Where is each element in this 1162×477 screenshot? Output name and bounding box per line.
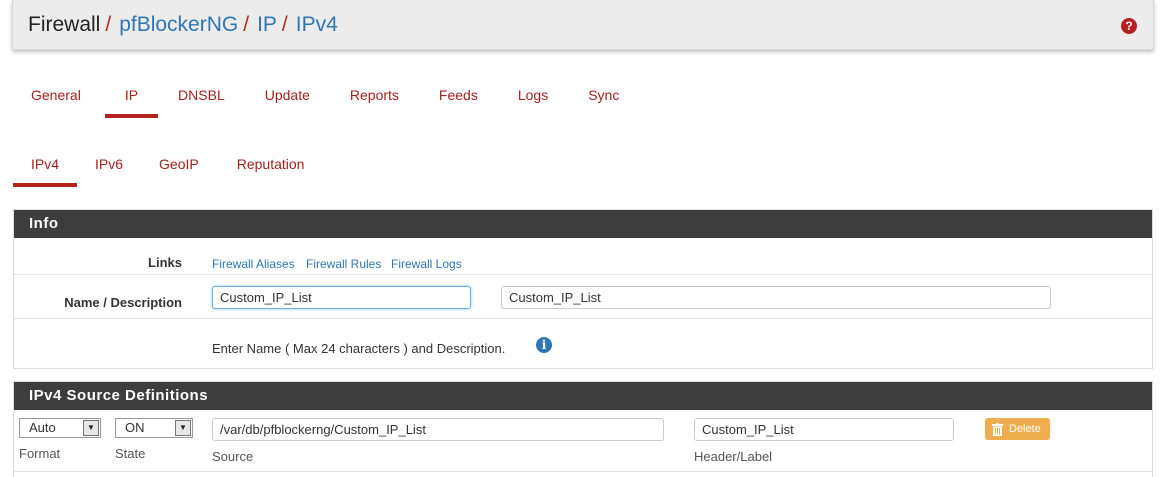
tab-feeds[interactable]: Feeds (421, 78, 496, 116)
delete-button[interactable]: Delete (985, 418, 1050, 440)
source-panel-title: IPv4 Source Definitions (14, 382, 1152, 410)
name-description-label: Name / Description (64, 295, 182, 310)
name-help-text: Enter Name ( Max 24 characters ) and Des… (212, 341, 506, 356)
breadcrumb: Firewall / pfBlockerNG / IP / IPv4 ? (12, 0, 1154, 50)
tab-dnsbl[interactable]: DNSBL (160, 78, 243, 116)
chevron-down-icon: ▼ (83, 420, 99, 436)
header-label-input[interactable]: Custom_IP_List (694, 418, 954, 441)
state-label: State (115, 446, 146, 461)
state-select-value: ON (125, 420, 145, 435)
name-row: Name / Description Custom_IP_List Custom… (14, 275, 1152, 319)
format-select[interactable]: Auto ▼ (19, 418, 101, 438)
info-panel-title: Info (14, 210, 1152, 238)
header-label-label: Header/Label (694, 449, 773, 464)
source-row: Auto ▼ Format ON ▼ State /var/db/pfblock… (14, 410, 1152, 472)
source-label: Source (212, 449, 254, 464)
breadcrumb-pfblockerng[interactable]: pfBlockerNG (119, 14, 238, 35)
description-input[interactable]: Custom_IP_List (501, 286, 1051, 309)
sub-tabs: IPv4 IPv6 GeoIP Reputation (13, 147, 323, 187)
tab-ipv6[interactable]: IPv6 (77, 147, 141, 185)
breadcrumb-separator: / (105, 13, 112, 36)
chevron-down-icon: ▼ (175, 420, 191, 436)
info-panel: Info Links Firewall Aliases Firewall Rul… (13, 209, 1153, 369)
tab-reports[interactable]: Reports (332, 78, 417, 116)
tab-logs[interactable]: Logs (500, 78, 566, 116)
breadcrumb-separator: / (281, 13, 288, 36)
firewall-rules-link[interactable]: Firewall Rules (306, 257, 381, 271)
delete-button-label: Delete (1009, 423, 1041, 435)
firewall-logs-link[interactable]: Firewall Logs (391, 257, 462, 271)
tab-geoip[interactable]: GeoIP (141, 147, 217, 185)
tab-general[interactable]: General (13, 78, 99, 116)
firewall-aliases-link[interactable]: Firewall Aliases (212, 257, 295, 271)
breadcrumb-ip[interactable]: IP (257, 14, 277, 35)
tab-sync[interactable]: Sync (570, 78, 637, 116)
format-select-value: Auto (29, 420, 56, 435)
tab-ip[interactable]: IP (104, 78, 159, 118)
source-panel: IPv4 Source Definitions Auto ▼ Format ON… (13, 381, 1153, 477)
source-input[interactable]: /var/db/pfblockerng/Custom_IP_List (212, 418, 664, 441)
state-select[interactable]: ON ▼ (115, 418, 193, 438)
tab-update[interactable]: Update (247, 78, 328, 116)
help-row: Enter Name ( Max 24 characters ) and Des… (14, 319, 1152, 369)
links-row: Links Firewall Aliases Firewall Rules Fi… (14, 238, 1152, 275)
links-label: Links (148, 255, 182, 270)
tab-reputation[interactable]: Reputation (219, 147, 323, 185)
breadcrumb-ipv4[interactable]: IPv4 (296, 14, 338, 35)
name-input[interactable]: Custom_IP_List (212, 286, 471, 309)
trash-icon (992, 422, 1003, 436)
format-label: Format (19, 446, 61, 461)
main-tabs: General IP DNSBL Update Reports Feeds Lo… (13, 78, 637, 118)
info-circle-icon[interactable]: i (536, 337, 552, 353)
breadcrumb-separator: / (243, 13, 250, 36)
breadcrumb-firewall: Firewall (28, 13, 101, 36)
question-circle-icon[interactable]: ? (1121, 18, 1137, 34)
tab-ipv4[interactable]: IPv4 (13, 147, 78, 187)
